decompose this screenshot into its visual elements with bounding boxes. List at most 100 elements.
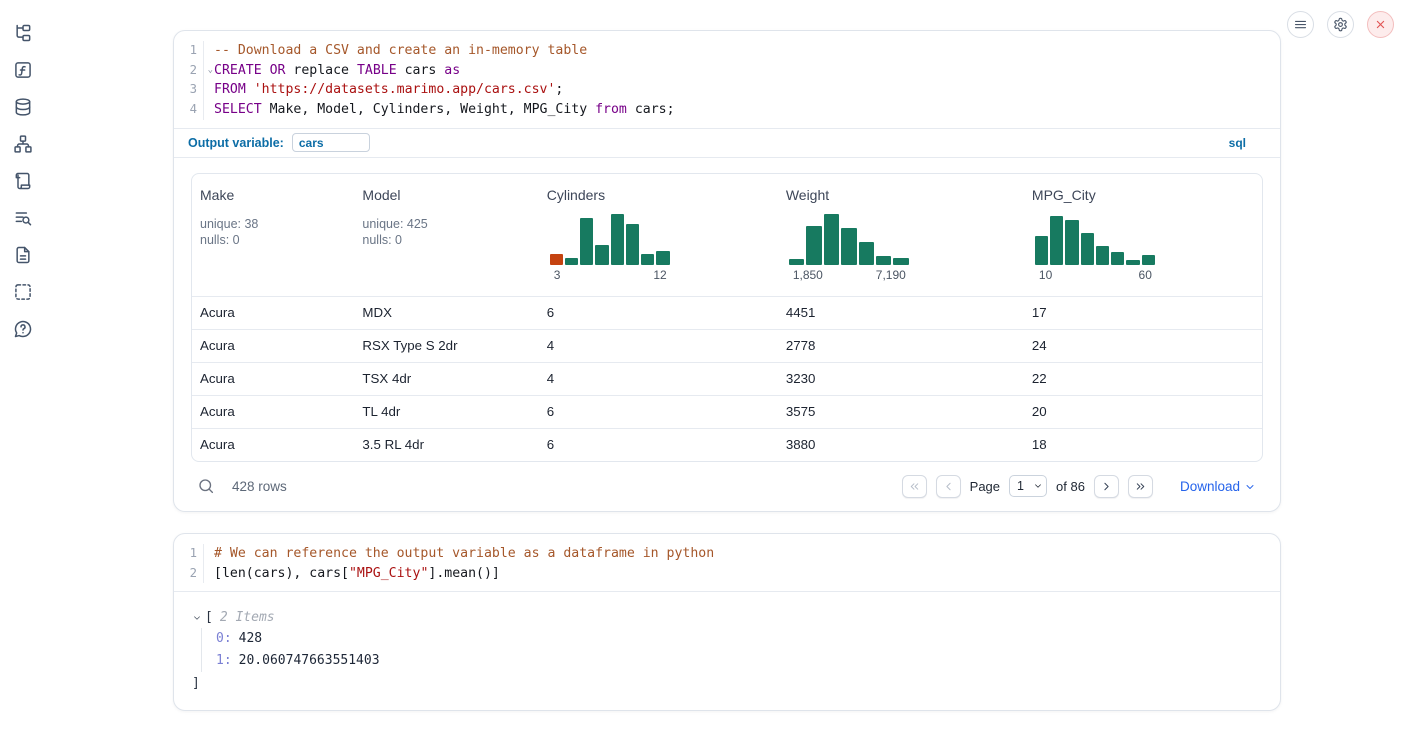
table-cell: Acura bbox=[192, 437, 354, 452]
code-text[interactable]: -- Download a CSV and create an in-memor… bbox=[204, 41, 587, 61]
chevron-down-icon[interactable] bbox=[192, 613, 202, 623]
histogram-bar bbox=[626, 224, 639, 265]
next-page-button[interactable] bbox=[1094, 475, 1119, 498]
table-cell: 6 bbox=[539, 404, 778, 419]
tree-item-value: 428 bbox=[239, 631, 262, 646]
python-output-tree: [ 2 Items 0:4281:20.060747663551403 ] bbox=[174, 591, 1280, 695]
file-tree-icon[interactable] bbox=[13, 23, 33, 43]
code-token: 'https://datasets.marimo.app/cars.csv' bbox=[254, 82, 556, 97]
search-icon[interactable] bbox=[197, 477, 215, 495]
line-number: 2⌄ bbox=[174, 61, 204, 81]
database-icon[interactable] bbox=[13, 97, 33, 117]
histogram-bars bbox=[550, 212, 670, 265]
table-row[interactable]: Acura3.5 RL 4dr6388018 bbox=[192, 428, 1262, 461]
column-header[interactable]: Cylinders312 bbox=[539, 174, 778, 296]
line-number: 4 bbox=[174, 100, 204, 120]
list-search-icon[interactable] bbox=[13, 208, 33, 228]
language-badge[interactable]: sql bbox=[1229, 136, 1246, 150]
prev-page-button[interactable] bbox=[936, 475, 961, 498]
code-line[interactable]: 1-- Download a CSV and create an in-memo… bbox=[174, 41, 1280, 61]
table-row[interactable]: AcuraTSX 4dr4323022 bbox=[192, 362, 1262, 395]
table-row[interactable]: AcuraMDX6445117 bbox=[192, 296, 1262, 329]
table-row[interactable]: AcuraRSX Type S 2dr4277824 bbox=[192, 329, 1262, 362]
dependency-graph-icon[interactable] bbox=[13, 134, 33, 154]
tree-item-key: 1: bbox=[216, 653, 232, 668]
code-line[interactable]: 2[len(cars), cars["MPG_City"].mean()] bbox=[174, 564, 1280, 584]
table-body: AcuraMDX6445117AcuraRSX Type S 2dr427782… bbox=[192, 296, 1262, 461]
pagination: Page 1 of 86 Download bbox=[902, 475, 1256, 498]
code-line[interactable]: 3FROM 'https://datasets.marimo.app/cars.… bbox=[174, 80, 1280, 100]
last-page-button[interactable] bbox=[1128, 475, 1153, 498]
code-text[interactable]: [len(cars), cars["MPG_City"].mean()] bbox=[204, 564, 500, 584]
histogram-bar bbox=[859, 242, 874, 265]
histogram-axis: 312 bbox=[550, 265, 670, 282]
line-number: 3 bbox=[174, 80, 204, 100]
column-header[interactable]: MPG_City1060 bbox=[1024, 174, 1262, 296]
functions-icon[interactable] bbox=[13, 60, 33, 80]
chevron-down-icon bbox=[1244, 481, 1256, 493]
page-select[interactable]: 1 bbox=[1009, 475, 1047, 497]
code-token: CREATE OR bbox=[214, 63, 285, 78]
axis-min-label: 1,850 bbox=[793, 268, 823, 282]
histogram-bar bbox=[1050, 216, 1063, 265]
table-footer: 428 rows Page 1 of 86 bbox=[174, 462, 1280, 498]
code-text[interactable]: CREATE OR replace TABLE cars as bbox=[204, 61, 460, 81]
column-label: Model bbox=[362, 187, 538, 203]
table-cell: Acura bbox=[192, 305, 354, 320]
settings-button[interactable] bbox=[1327, 11, 1354, 38]
column-histogram: 312 bbox=[550, 212, 670, 282]
code-token: SELECT bbox=[214, 102, 262, 117]
row-count: 428 rows bbox=[232, 479, 287, 494]
table-row[interactable]: AcuraTL 4dr6357520 bbox=[192, 395, 1262, 428]
first-page-button[interactable] bbox=[902, 475, 927, 498]
code-text[interactable]: SELECT Make, Model, Cylinders, Weight, M… bbox=[204, 100, 675, 120]
snippets-icon[interactable] bbox=[13, 282, 33, 302]
code-token: cars bbox=[397, 63, 445, 78]
code-token: cars; bbox=[627, 102, 675, 117]
tree-item[interactable]: 0:428 bbox=[216, 628, 1280, 650]
code-line[interactable]: 4SELECT Make, Model, Cylinders, Weight, … bbox=[174, 100, 1280, 120]
line-number: 1 bbox=[174, 544, 204, 564]
code-text[interactable]: FROM 'https://datasets.marimo.app/cars.c… bbox=[204, 80, 563, 100]
sidebar bbox=[0, 0, 46, 729]
table-cell: 22 bbox=[1024, 371, 1262, 386]
python-code-editor[interactable]: 1 # We can reference the output variable … bbox=[174, 534, 1280, 591]
tree-item[interactable]: 1:20.060747663551403 bbox=[216, 650, 1280, 672]
fold-chevron-icon[interactable]: ⌄ bbox=[208, 62, 213, 79]
column-label: Make bbox=[200, 187, 354, 203]
column-histogram: 1,8507,190 bbox=[789, 212, 909, 282]
document-icon[interactable] bbox=[13, 245, 33, 265]
table-cell: Acura bbox=[192, 371, 354, 386]
line-number: 1 bbox=[174, 41, 204, 61]
table-cell: 2778 bbox=[778, 338, 1024, 353]
column-label: Weight bbox=[786, 187, 1024, 203]
code-text[interactable]: # We can reference the output variable a… bbox=[204, 544, 714, 564]
table-cell: 6 bbox=[539, 305, 778, 320]
menu-button[interactable] bbox=[1287, 11, 1314, 38]
column-header[interactable]: Modelunique: 425nulls: 0 bbox=[354, 174, 538, 296]
table-cell: 24 bbox=[1024, 338, 1262, 353]
download-button[interactable]: Download bbox=[1180, 479, 1256, 494]
column-header[interactable]: Makeunique: 38nulls: 0 bbox=[192, 174, 354, 296]
python-cell: 1 # We can reference the output variable … bbox=[173, 533, 1281, 711]
table-cell: MDX bbox=[354, 305, 538, 320]
table-cell: 17 bbox=[1024, 305, 1262, 320]
histogram-bar bbox=[656, 251, 669, 265]
scroll-icon[interactable] bbox=[13, 171, 33, 191]
code-line[interactable]: 2⌄CREATE OR replace TABLE cars as bbox=[174, 61, 1280, 81]
table-cell: Acura bbox=[192, 404, 354, 419]
column-header[interactable]: Weight 1,8507,190 bbox=[778, 174, 1024, 296]
histogram-bar bbox=[565, 258, 578, 265]
sql-code-editor[interactable]: 1-- Download a CSV and create an in-memo… bbox=[174, 31, 1280, 128]
code-token: # We can reference the output variable a… bbox=[214, 546, 714, 561]
histogram-bar bbox=[641, 254, 654, 265]
help-icon[interactable] bbox=[13, 319, 33, 339]
histogram-axis: 1060 bbox=[1035, 265, 1155, 282]
close-button[interactable] bbox=[1367, 11, 1394, 38]
code-token: Make, Model, Cylinders, Weight, MPG_City bbox=[262, 102, 595, 117]
page-label: Page bbox=[970, 479, 1000, 494]
data-table: Makeunique: 38nulls: 0Modelunique: 425nu… bbox=[191, 173, 1263, 462]
code-line[interactable]: 1 # We can reference the output variable … bbox=[174, 544, 1280, 564]
table-cell: Acura bbox=[192, 338, 354, 353]
output-variable-input[interactable] bbox=[292, 133, 370, 152]
